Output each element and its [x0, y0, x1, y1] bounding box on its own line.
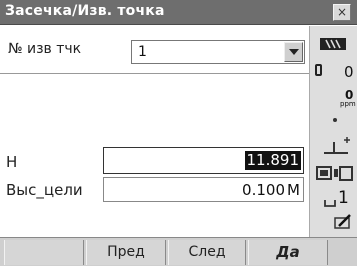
status-panel: 0 0 ppm 1 — [309, 26, 357, 237]
next-button[interactable]: След — [168, 240, 246, 265]
target-height-unit: M — [287, 181, 300, 199]
height-field[interactable]: 11.891 — [103, 147, 304, 174]
target-height-value: 0.100 — [242, 181, 285, 199]
previous-button[interactable]: Пред — [86, 240, 166, 265]
input-mode-icon — [324, 200, 336, 207]
divider — [0, 73, 309, 74]
tilt-compensator-icon — [324, 137, 350, 154]
dropdown-button[interactable] — [284, 42, 303, 62]
target-height-field[interactable]: 0.100 M — [103, 177, 304, 202]
height-label: H — [6, 153, 18, 171]
ppm-label: ppm — [340, 100, 356, 108]
known-point-label: № изв тчк — [8, 41, 82, 57]
status-dot — [333, 118, 337, 122]
prism-icon — [315, 64, 322, 76]
softkey-bar: Пред След Да — [0, 237, 357, 266]
prism-constant-value: 0 — [344, 63, 354, 81]
edit-icon — [334, 214, 351, 229]
close-button[interactable]: × — [333, 4, 351, 21]
battery-icon — [316, 166, 353, 181]
softkey-1[interactable] — [4, 240, 84, 265]
chevron-down-icon — [289, 49, 299, 55]
known-point-value: 1 — [138, 44, 147, 60]
signal-icon — [320, 38, 346, 50]
input-mode-value: 1 — [338, 188, 349, 208]
yes-button[interactable]: Да — [248, 240, 328, 265]
main-content: № изв тчк 1 H 11.891 Выс_цели 0.100 M — [0, 26, 309, 237]
known-point-select[interactable]: 1 — [131, 40, 305, 64]
window-title: Засечка/Изв. точка — [5, 3, 165, 19]
title-bar: Засечка/Изв. точка × — [0, 0, 357, 25]
target-height-label: Выс_цели — [6, 181, 83, 199]
height-value: 11.891 — [244, 151, 301, 170]
